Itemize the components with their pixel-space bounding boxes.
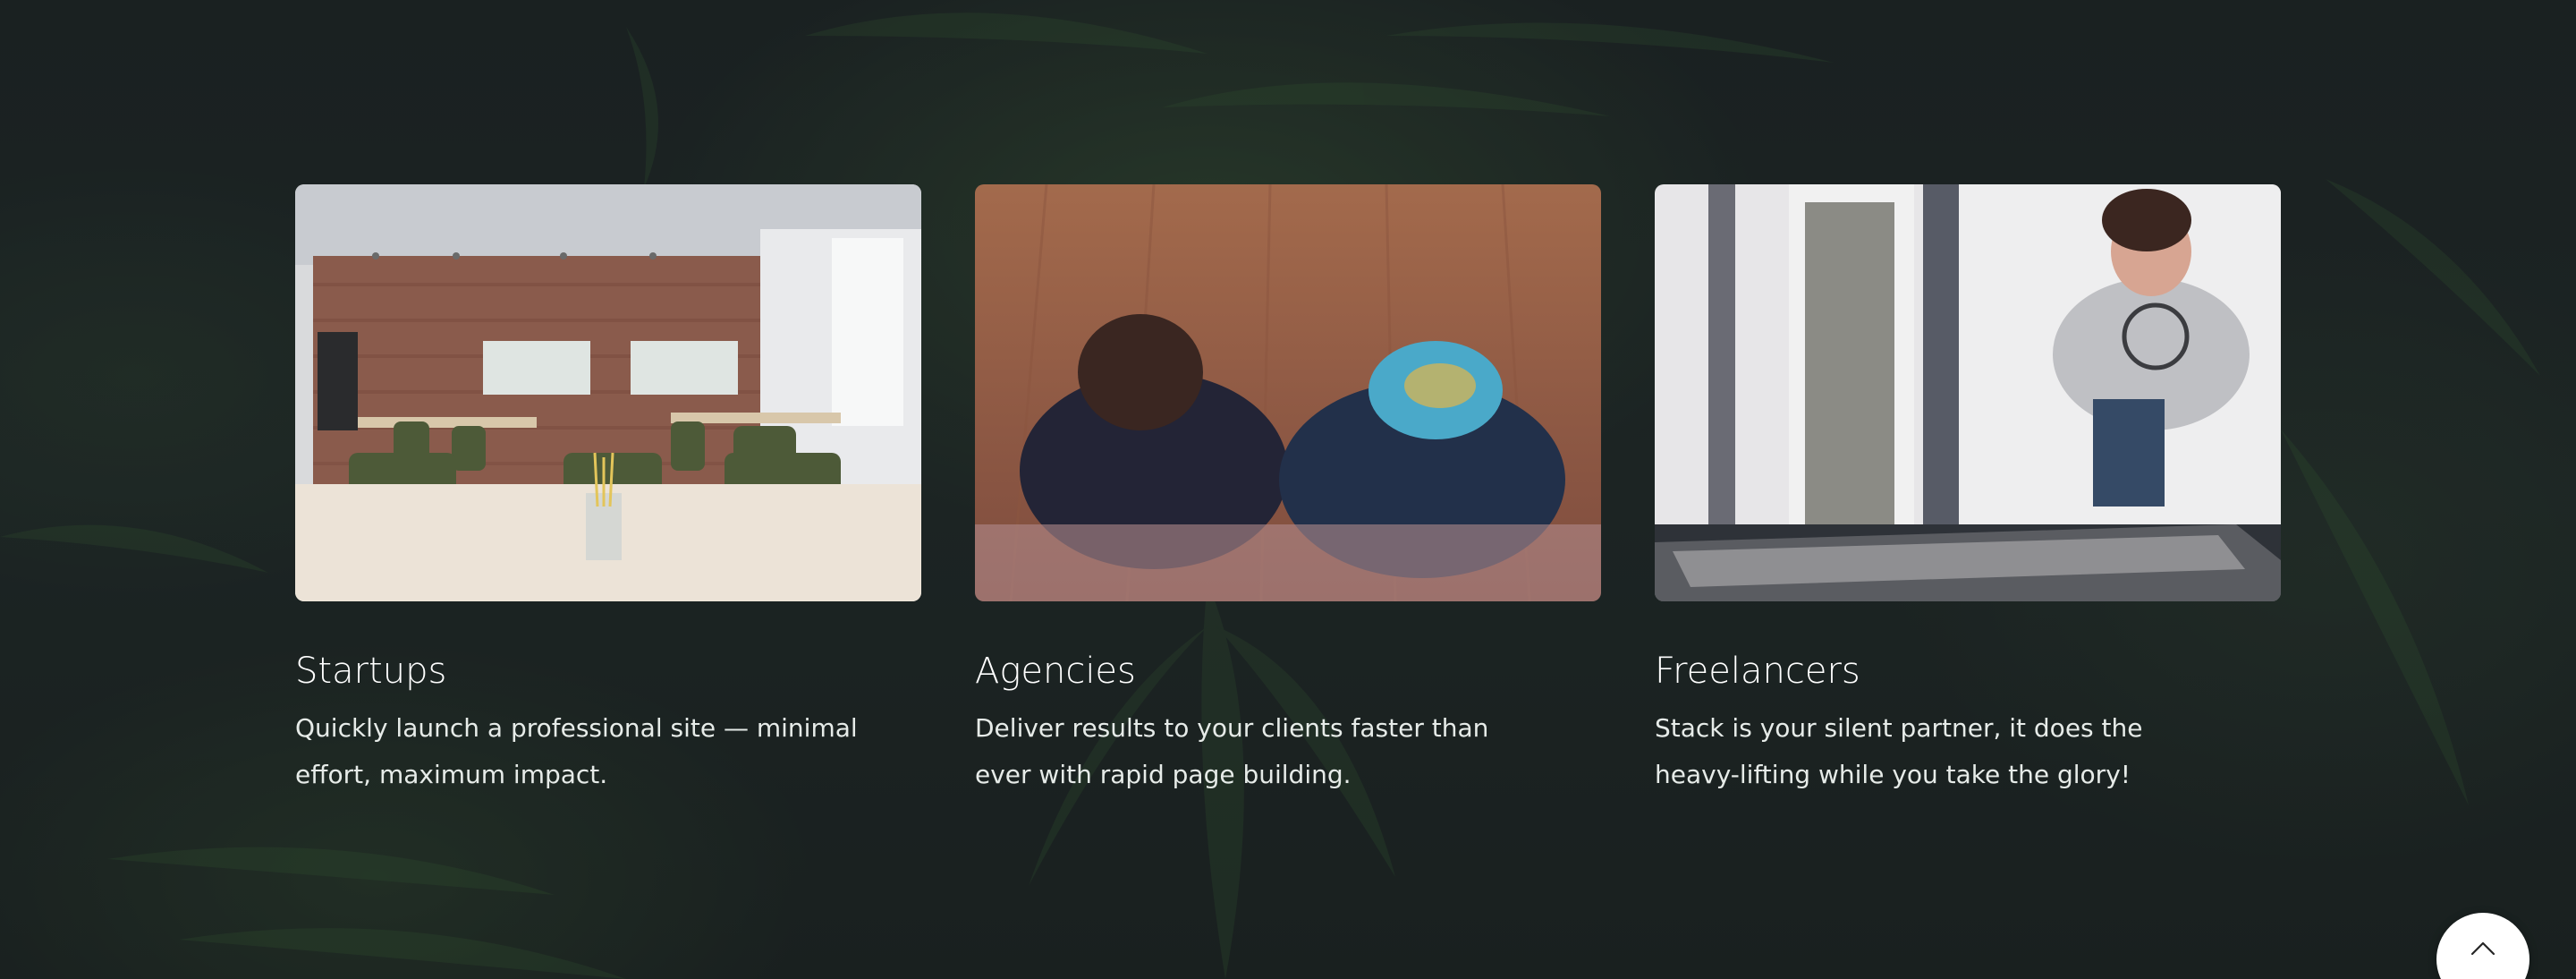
card-freelancers: Freelancers Stack is your silent partner…	[1655, 184, 2281, 798]
card-agencies: Agencies Deliver results to your clients…	[975, 184, 1601, 798]
freelancers-image	[1655, 184, 2281, 601]
card-title: Startups	[295, 651, 447, 692]
agencies-image	[975, 184, 1601, 601]
chevron-up-icon	[2470, 941, 2496, 956]
card-title: Agencies	[975, 651, 1136, 692]
audience-cards: Startups Quickly launch a professional s…	[295, 184, 2281, 798]
card-title: Freelancers	[1655, 651, 1860, 692]
card-startups: Startups Quickly launch a professional s…	[295, 184, 921, 798]
card-description: Stack is your silent partner, it does th…	[1655, 713, 2143, 789]
card-description: Deliver results to your clients faster t…	[975, 713, 1489, 789]
startups-image	[295, 184, 921, 601]
card-description: Quickly launch a professional site — min…	[295, 713, 858, 789]
